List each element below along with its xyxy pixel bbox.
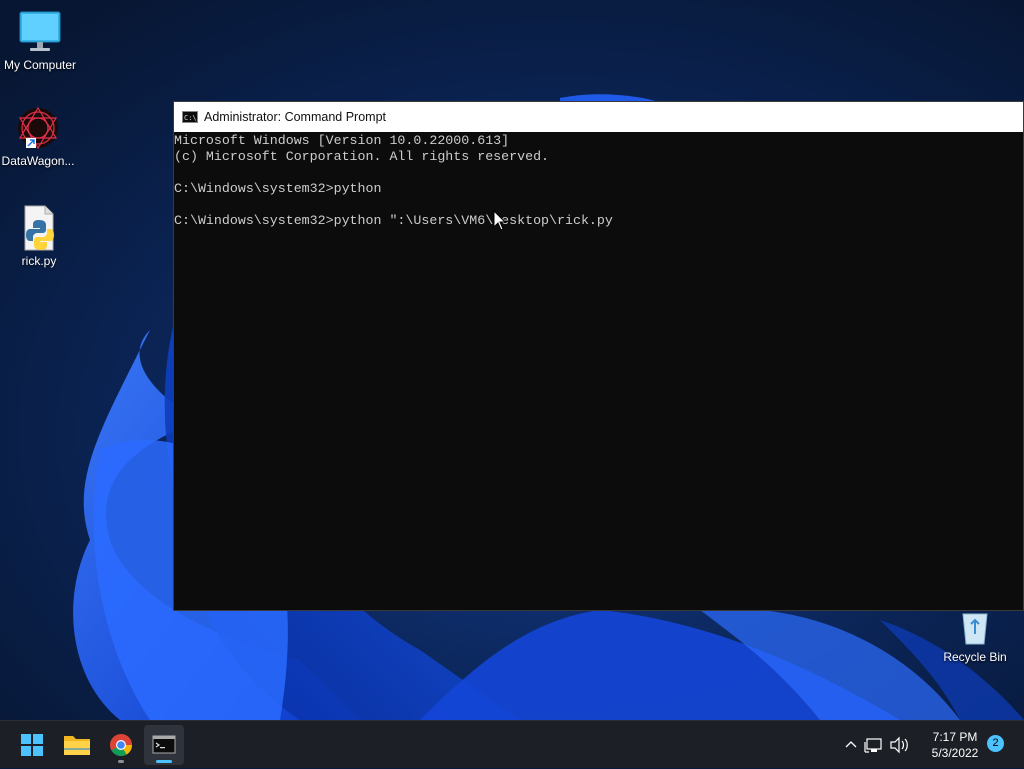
- system-tray: [840, 721, 912, 769]
- monitor-icon: [16, 8, 64, 56]
- terminal-icon: C:\_: [182, 111, 198, 123]
- terminal-line: (c) Microsoft Corporation. All rights re…: [174, 149, 550, 164]
- file-explorer-button[interactable]: [57, 725, 97, 765]
- windows-start-icon: [21, 734, 43, 756]
- running-indicator: [118, 760, 124, 763]
- datawagon-app-icon: [14, 104, 62, 152]
- chevron-up-icon[interactable]: [840, 721, 862, 769]
- chrome-button[interactable]: [101, 725, 141, 765]
- terminal-input-line[interactable]: C:\Windows\system32>python ":\Users\VM6\…: [174, 213, 1023, 229]
- mouse-cursor-icon: [493, 210, 507, 231]
- window-title: Administrator: Command Prompt: [204, 110, 387, 124]
- window-titlebar[interactable]: C:\_ Administrator: Command Prompt: [174, 102, 1023, 132]
- clock-time: 7:17 PM: [932, 730, 978, 744]
- desktop-icon-my-computer[interactable]: My Computer: [0, 8, 80, 72]
- clock-date: 5/3/2022: [931, 746, 979, 760]
- terminal-line: Microsoft Windows [Version 10.0.22000.61…: [174, 133, 510, 148]
- desktop-icon-rick-py[interactable]: rick.py: [0, 204, 79, 268]
- desktop-icon-datawagon[interactable]: DataWagon...: [0, 104, 78, 168]
- desktop-icon-label: DataWagon...: [1, 154, 75, 168]
- folder-icon: [64, 736, 90, 755]
- start-button[interactable]: [12, 725, 52, 765]
- chrome-icon: [110, 734, 132, 756]
- command-prompt-window[interactable]: C:\_ Administrator: Command Prompt Micro…: [173, 101, 1024, 611]
- command-prompt-taskbar-button[interactable]: [144, 725, 184, 765]
- terminal-icon: [152, 735, 176, 754]
- desktop-icon-label: rick.py: [21, 254, 57, 268]
- volume-icon[interactable]: [888, 721, 912, 769]
- python-file-icon: [15, 204, 63, 252]
- desktop-icon-label: My Computer: [3, 58, 77, 72]
- notification-badge[interactable]: 2: [987, 735, 1004, 752]
- network-icon[interactable]: [862, 721, 888, 769]
- desktop-icon-label: Recycle Bin: [943, 650, 1007, 664]
- active-indicator: [156, 760, 172, 763]
- terminal-line: C:\Windows\system32>python: [174, 181, 382, 196]
- taskbar: 7:17 PM 5/3/2022: [0, 720, 1024, 768]
- taskbar-clock[interactable]: 7:17 PM 5/3/2022: [918, 729, 992, 761]
- terminal-output[interactable]: Microsoft Windows [Version 10.0.22000.61…: [174, 132, 1023, 229]
